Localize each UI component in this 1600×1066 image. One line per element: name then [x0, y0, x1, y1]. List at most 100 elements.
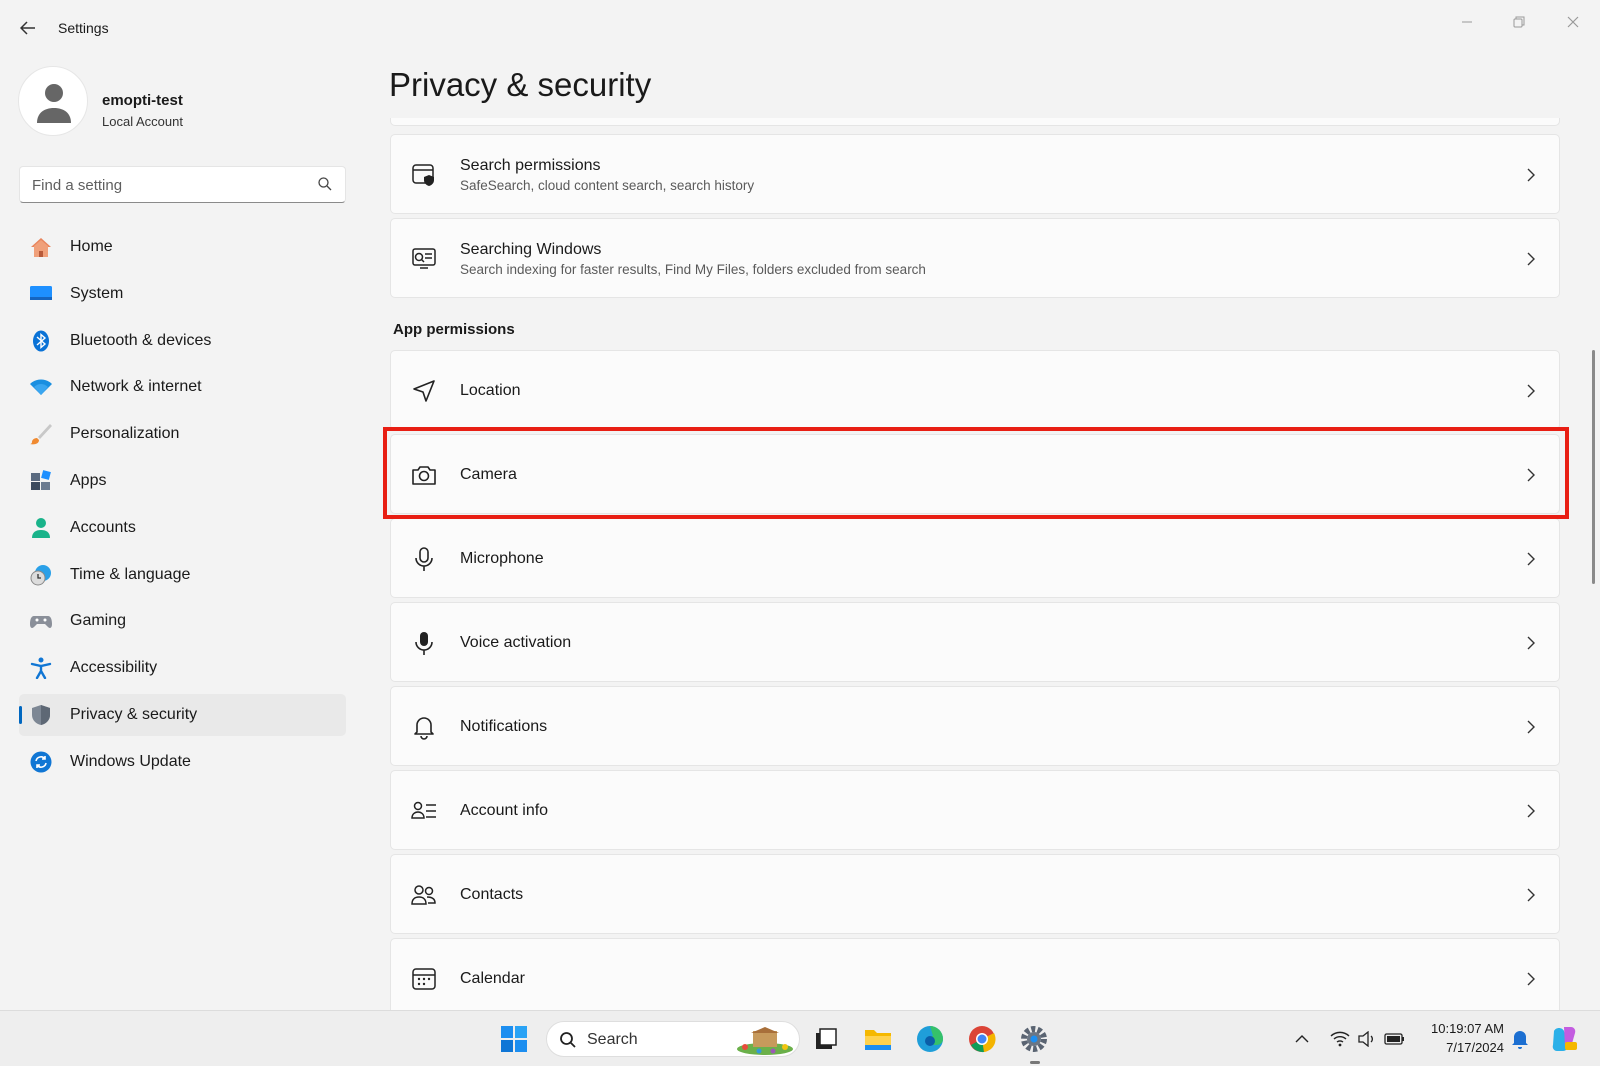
edge-button[interactable]: [910, 1021, 950, 1057]
content-scrollbar[interactable]: [1592, 350, 1595, 584]
clock-time: 10:19:07 AM: [1431, 1021, 1504, 1036]
card-subtitle: Search indexing for faster results, Find…: [460, 262, 926, 277]
microphone-icon: [411, 546, 437, 572]
card-title: Camera: [460, 466, 517, 483]
start-button[interactable]: [494, 1021, 534, 1057]
searching-windows-icon: [411, 246, 437, 272]
sidebar-item-label: Home: [70, 238, 113, 255]
microphone-card[interactable]: Microphone: [390, 518, 1560, 598]
edge-icon: [917, 1026, 943, 1052]
sidebar-item-home[interactable]: Home: [19, 226, 346, 268]
searching-windows-card[interactable]: Searching Windows Search indexing for fa…: [390, 218, 1560, 298]
title-bar: Settings: [0, 0, 1600, 56]
taskbar-clock[interactable]: 10:19:07 AM 7/17/2024: [1418, 1019, 1504, 1057]
accounts-icon: [29, 517, 53, 539]
active-app-indicator: [1030, 1061, 1040, 1064]
profile-name: emopti-test: [102, 92, 183, 109]
brush-icon: [29, 423, 53, 445]
bell-icon: [411, 714, 437, 740]
search-permissions-card[interactable]: Search permissions SafeSearch, cloud con…: [390, 134, 1560, 214]
camera-card[interactable]: Camera: [390, 434, 1560, 514]
home-icon: [29, 236, 53, 258]
settings-content: Search permissions SafeSearch, cloud con…: [390, 118, 1560, 1010]
sidebar-item-network[interactable]: Network & internet: [19, 366, 346, 408]
card-title: Account info: [460, 802, 549, 819]
task-view-button[interactable]: [806, 1021, 846, 1057]
chevron-right-icon: [1527, 636, 1535, 650]
chevron-right-icon: [1527, 804, 1535, 818]
apps-icon: [29, 470, 53, 492]
profile-account-type: Local Account: [102, 114, 183, 129]
chrome-button[interactable]: [962, 1021, 1002, 1057]
chevron-right-icon: [1527, 168, 1535, 182]
search-icon[interactable]: [317, 176, 333, 192]
volume-icon: [1358, 1031, 1373, 1047]
sidebar-item-accessibility[interactable]: Accessibility: [19, 647, 346, 689]
sidebar-item-label: Accessibility: [70, 659, 158, 677]
shield-icon: [29, 704, 53, 726]
wifi-status-icon: [1330, 1031, 1350, 1047]
find-setting-search[interactable]: [19, 166, 346, 203]
chevron-right-icon: [1527, 720, 1535, 734]
notifications-button[interactable]: [1504, 1021, 1536, 1057]
sidebar-nav: Home System Bluetooth & devices Network …: [19, 226, 346, 788]
calendar-card[interactable]: Calendar: [390, 938, 1560, 1010]
sidebar-item-apps[interactable]: Apps: [19, 460, 346, 502]
file-explorer-button[interactable]: [858, 1021, 898, 1057]
account-info-card[interactable]: Account info: [390, 770, 1560, 850]
sidebar-item-time-language[interactable]: Time & language: [19, 554, 346, 596]
taskbar-search[interactable]: Search: [546, 1021, 800, 1057]
show-hidden-icons-button[interactable]: [1284, 1021, 1320, 1057]
chevron-right-icon: [1527, 252, 1535, 266]
update-icon: [29, 751, 53, 773]
card-subtitle: SafeSearch, cloud content search, search…: [460, 178, 755, 193]
profile[interactable]: emopti-test Local Account: [18, 66, 358, 138]
location-card[interactable]: Location: [390, 350, 1560, 430]
card-title: Searching Windows: [460, 241, 602, 258]
voice-activation-icon: [411, 630, 437, 656]
task-view-icon: [816, 1028, 837, 1049]
restore-button[interactable]: [1496, 8, 1542, 36]
sidebar: emopti-test Local Account Home System Bl…: [0, 56, 370, 1010]
app-permissions-header: App permissions: [393, 321, 515, 338]
quick-settings-button[interactable]: [1320, 1021, 1416, 1057]
sidebar-item-windows-update[interactable]: Windows Update: [19, 741, 346, 783]
close-button[interactable]: [1550, 8, 1596, 36]
sidebar-item-personalization[interactable]: Personalization: [19, 413, 346, 455]
sidebar-item-system[interactable]: System: [19, 273, 346, 315]
sidebar-item-accounts[interactable]: Accounts: [19, 507, 346, 549]
chevron-right-icon: [1527, 888, 1535, 902]
windows-start-icon: [501, 1026, 527, 1052]
card-title: Search permissions: [460, 157, 601, 174]
notifications-card[interactable]: Notifications: [390, 686, 1560, 766]
card-title: Location: [460, 382, 521, 399]
card-title: Notifications: [460, 718, 548, 735]
copilot-button[interactable]: [1544, 1021, 1584, 1057]
sidebar-item-bluetooth[interactable]: Bluetooth & devices: [19, 320, 346, 362]
app-title: Settings: [58, 20, 109, 36]
search-icon: [560, 1032, 576, 1048]
calendar-icon: [411, 966, 437, 992]
card-title: Contacts: [460, 886, 524, 903]
taskbar-search-label: Search: [587, 1031, 638, 1048]
sidebar-item-gaming[interactable]: Gaming: [19, 600, 346, 642]
restore-icon: [1513, 16, 1525, 28]
minimize-icon: [1462, 21, 1472, 23]
sidebar-item-label: Gaming: [70, 612, 127, 630]
search-highlight-illustration-icon: [737, 1027, 793, 1055]
card-title: Voice activation: [460, 634, 572, 651]
back-button[interactable]: [14, 16, 42, 40]
clock-globe-icon: [29, 564, 53, 586]
accessibility-icon: [29, 657, 53, 680]
contacts-card[interactable]: Contacts: [390, 854, 1560, 934]
previous-card-edge: [390, 118, 1560, 126]
chevron-up-icon: [1295, 1035, 1309, 1043]
sidebar-item-privacy-security[interactable]: Privacy & security: [19, 693, 346, 736]
search-input[interactable]: [32, 175, 302, 195]
account-info-icon: [411, 798, 437, 824]
settings-app-button[interactable]: [1014, 1021, 1054, 1057]
voice-activation-card[interactable]: Voice activation: [390, 602, 1560, 682]
wifi-icon: [29, 376, 53, 398]
contacts-icon: [411, 882, 437, 908]
minimize-button[interactable]: [1444, 8, 1490, 36]
